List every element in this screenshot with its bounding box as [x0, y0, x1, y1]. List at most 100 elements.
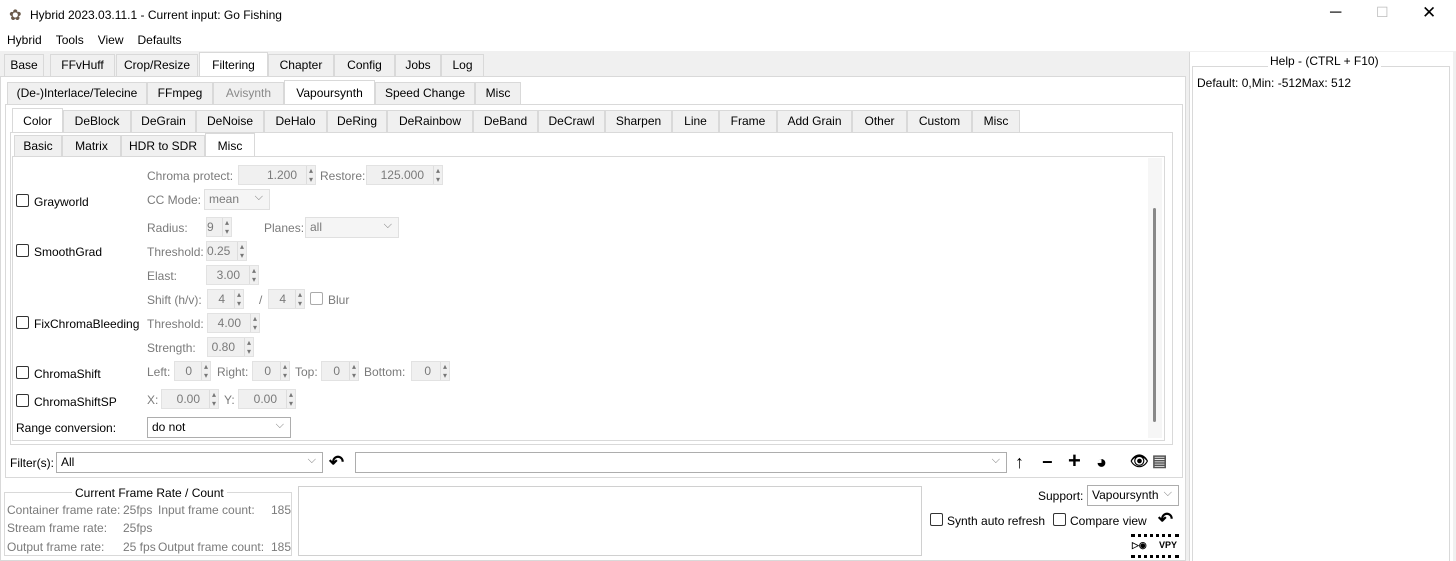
y-spinbox[interactable]: 0.00: [238, 389, 296, 409]
bottom-spinbox[interactable]: 0: [411, 361, 450, 381]
tab-basic[interactable]: Basic: [14, 135, 62, 157]
tab-denoise[interactable]: DeNoise: [196, 110, 264, 132]
plus-icon[interactable]: +: [1068, 450, 1081, 472]
compare-view-label: Compare view: [1070, 514, 1147, 528]
left-spinbox[interactable]: 0: [174, 361, 211, 381]
fc-threshold-spinbox[interactable]: 4.00: [207, 313, 260, 333]
restore-label: Restore:: [320, 169, 366, 183]
tab-jobs[interactable]: Jobs: [395, 54, 441, 76]
tab-dering[interactable]: DeRing: [327, 110, 387, 132]
planes-select[interactable]: all: [305, 216, 399, 238]
tab-base[interactable]: Base: [4, 54, 44, 76]
sg-threshold-spinbox[interactable]: 0.25: [206, 241, 247, 261]
menu-defaults[interactable]: Defaults: [131, 30, 189, 47]
tab-deblock[interactable]: DeBlock: [63, 110, 131, 132]
tab-config[interactable]: Config: [334, 54, 395, 76]
input-frame-count-label: Input frame count:: [158, 503, 255, 517]
x-spinbox[interactable]: 0.00: [161, 389, 219, 409]
undo-icon[interactable]: ↶: [329, 452, 344, 472]
copy-icon[interactable]: ▤: [1152, 452, 1167, 472]
stream-frame-rate-label: Stream frame rate:: [7, 521, 108, 535]
chroma-protect-spinbox[interactable]: 1.200: [238, 165, 316, 185]
compare-view-checkbox[interactable]: [1053, 513, 1066, 526]
blur-checkbox[interactable]: [310, 292, 323, 305]
container-frame-rate-label: Container frame rate:: [7, 503, 121, 517]
shift-h-spinbox[interactable]: 4: [207, 289, 244, 309]
tab-speed-change[interactable]: Speed Change: [375, 82, 475, 104]
eye-icon[interactable]: 👁: [1130, 452, 1149, 472]
tab-sharpen[interactable]: Sharpen: [605, 110, 672, 132]
tab-line[interactable]: Line: [672, 110, 719, 132]
menu-tools[interactable]: Tools: [49, 30, 91, 47]
grayworld-label: Grayworld: [34, 195, 89, 209]
app-icon: ✿: [9, 7, 22, 24]
script-preview-area[interactable]: [298, 486, 922, 556]
menu-bar: Hybrid Tools View Defaults: [0, 30, 1456, 51]
tab-misc-vs[interactable]: Misc: [972, 110, 1020, 132]
smoothgrad-checkbox[interactable]: [16, 244, 29, 257]
tab-log[interactable]: Log: [441, 54, 484, 76]
radius-spinbox[interactable]: 9: [206, 217, 232, 237]
vpy-preview-button[interactable]: ▷◉ VPY: [1131, 534, 1179, 558]
top-label: Top:: [295, 365, 318, 379]
tab-ffmpeg[interactable]: FFmpeg: [147, 82, 213, 104]
tab-derainbow[interactable]: DeRainbow: [387, 110, 473, 132]
tab-frame[interactable]: Frame: [719, 110, 777, 132]
fc-threshold-label: Threshold:: [147, 317, 204, 331]
chromashift-checkbox[interactable]: [16, 366, 29, 379]
grayworld-checkbox[interactable]: [16, 194, 29, 207]
top-spinbox[interactable]: 0: [321, 361, 359, 381]
maximize-button[interactable]: ☐: [1376, 4, 1389, 21]
tab-ffvhuff[interactable]: FFvHuff: [50, 54, 115, 76]
tab-crop-resize[interactable]: Crop/Resize: [116, 54, 198, 76]
restore-spinbox[interactable]: 125.000: [366, 165, 443, 185]
play-eye-icon: ▷◉: [1132, 540, 1147, 550]
support-select[interactable]: Vapoursynth: [1087, 484, 1179, 506]
synth-auto-refresh-checkbox[interactable]: [930, 513, 943, 526]
output-frame-rate-value: 25 fps: [123, 540, 156, 554]
synth-auto-refresh-label: Synth auto refresh: [947, 514, 1046, 528]
tab-color-misc[interactable]: Misc: [205, 133, 255, 157]
tab-vapoursynth[interactable]: Vapoursynth: [284, 80, 375, 104]
filter-chain-select[interactable]: [355, 451, 1007, 473]
right-spinbox[interactable]: 0: [252, 361, 290, 381]
menu-view[interactable]: View: [91, 30, 131, 47]
tab-decrawl[interactable]: DeCrawl: [538, 110, 605, 132]
tab-hdr-to-sdr[interactable]: HDR to SDR: [121, 135, 205, 157]
elast-label: Elast:: [147, 269, 178, 283]
chromashiftsp-checkbox[interactable]: [16, 394, 29, 407]
tab-color[interactable]: Color: [12, 108, 63, 132]
shift-v-spinbox[interactable]: 4: [268, 289, 305, 309]
arrow-up-icon[interactable]: ↑: [1015, 452, 1024, 472]
tab-matrix[interactable]: Matrix: [62, 135, 121, 157]
tab-filtering[interactable]: Filtering: [199, 52, 268, 76]
tab-deband[interactable]: DeBand: [473, 110, 538, 132]
minus-icon[interactable]: −: [1042, 452, 1053, 472]
tab-custom[interactable]: Custom: [907, 110, 972, 132]
minimize-button[interactable]: ─: [1330, 4, 1341, 22]
range-conversion-select[interactable]: do not: [147, 416, 291, 438]
tab-degrain[interactable]: DeGrain: [131, 110, 196, 132]
scrollbar-thumb[interactable]: [1153, 208, 1156, 422]
tab-avisynth[interactable]: Avisynth: [213, 82, 284, 104]
fixchromableeding-label: FixChromaBleeding: [34, 317, 140, 331]
cc-mode-select[interactable]: mean: [204, 188, 270, 210]
tab-misc[interactable]: Misc: [475, 82, 521, 104]
undo-icon[interactable]: ↶: [1158, 509, 1173, 529]
output-frame-count-label: Output frame count:: [158, 540, 265, 554]
tab-dehalo[interactable]: DeHalo: [264, 110, 327, 132]
strength-spinbox[interactable]: 0.80: [207, 337, 254, 357]
tab-chapter[interactable]: Chapter: [268, 54, 334, 76]
tab-deinterlace[interactable]: (De-)Interlace/Telecine: [7, 82, 147, 104]
close-button[interactable]: ✕: [1422, 3, 1436, 23]
scrollbar[interactable]: [1148, 158, 1162, 438]
chroma-protect-label: Chroma protect:: [147, 169, 234, 183]
reset-icon[interactable]: ◕: [1096, 452, 1107, 472]
menu-hybrid[interactable]: Hybrid: [0, 30, 49, 47]
tab-add-grain[interactable]: Add Grain: [777, 110, 852, 132]
output-frame-count-value: 185: [271, 540, 292, 554]
tab-other[interactable]: Other: [852, 110, 907, 132]
fixchromableeding-checkbox[interactable]: [16, 316, 29, 329]
elast-spinbox[interactable]: 3.00: [206, 265, 259, 285]
filters-select[interactable]: All: [56, 451, 323, 473]
